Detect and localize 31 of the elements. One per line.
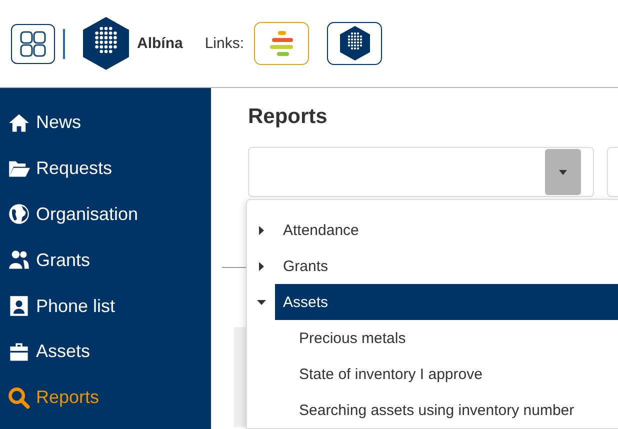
caret-icon <box>559 170 567 174</box>
apps-button[interactable] <box>11 24 55 64</box>
grid-icon <box>20 30 46 56</box>
sidebar-item[interactable]: News <box>0 100 211 146</box>
briefcase-icon <box>8 340 30 363</box>
search-icon <box>8 386 30 409</box>
home-icon <box>8 112 30 134</box>
sidebar-item[interactable]: Requests <box>0 146 211 192</box>
sidebar-item[interactable]: Phone list <box>0 283 211 329</box>
hexagon-logo-icon <box>83 17 129 70</box>
hexagon-logo-icon <box>340 26 370 61</box>
tree-item[interactable]: Searching assets using inventory number <box>247 392 618 428</box>
tree-item[interactable]: Precious metals <box>247 320 618 356</box>
tree-item[interactable]: Attendance <box>275 212 618 248</box>
sidebar-item[interactable]: Assets <box>0 328 211 375</box>
tree-item[interactable]: Grants <box>275 248 618 284</box>
page-title: Reports <box>248 105 328 129</box>
link-button[interactable] <box>327 22 382 65</box>
globe-icon <box>8 203 30 226</box>
sidebar-item[interactable]: Organisation <box>0 192 211 238</box>
tree-item[interactable]: State of inventory I approve <box>247 356 618 392</box>
caret-right-icon[interactable] <box>256 262 266 270</box>
contact-card-icon <box>8 295 30 318</box>
caret-down-icon[interactable] <box>256 298 266 306</box>
sidebar-item[interactable]: Reports <box>0 374 211 421</box>
users-icon <box>8 249 30 272</box>
tree-item[interactable]: Assets <box>275 284 618 320</box>
sidebar-item[interactable]: Grants <box>0 237 211 284</box>
brand-name: Albína <box>137 35 183 52</box>
caret-right-icon[interactable] <box>256 226 266 234</box>
links-label: Links: <box>204 35 244 52</box>
